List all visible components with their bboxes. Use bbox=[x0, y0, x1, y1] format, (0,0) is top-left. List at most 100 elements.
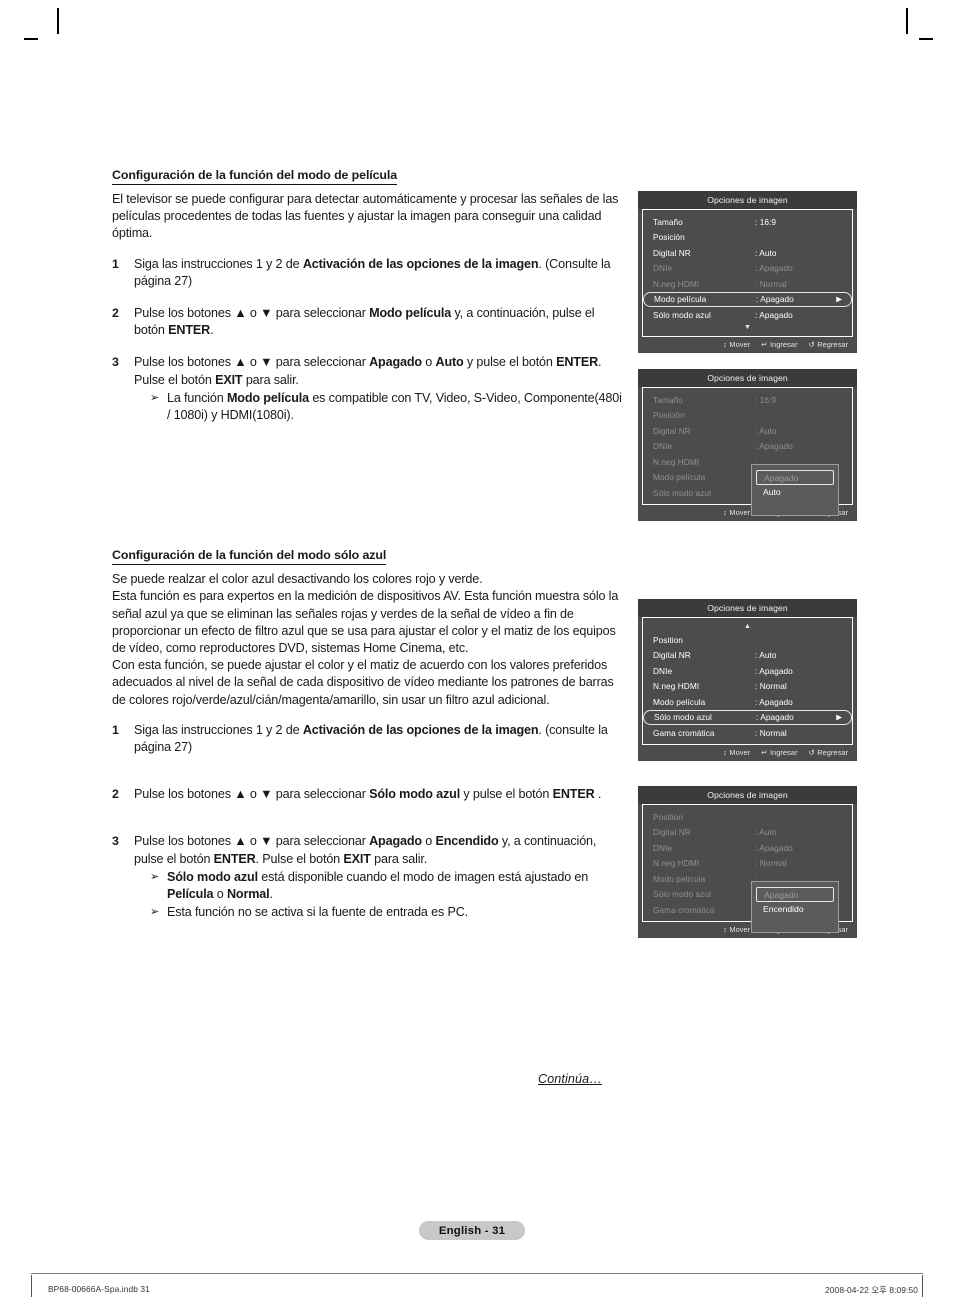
emphasis-text: ENTER bbox=[213, 851, 256, 866]
emphasis-text: Apagado bbox=[369, 834, 422, 849]
chevron-right-icon[interactable]: ▶ bbox=[836, 295, 842, 304]
emphasis-text: ENTER bbox=[168, 323, 211, 338]
run-text: . bbox=[598, 355, 602, 370]
step-item: 2 Pulse los botones ▲ o ▼ para selecciona… bbox=[112, 786, 624, 803]
note-bullet-arrow-icon: ➢ bbox=[150, 870, 160, 883]
osd-dropdown-option[interactable]: Apagado bbox=[756, 470, 834, 485]
osd-menu-item[interactable]: Position bbox=[643, 809, 852, 825]
osd-film-mode-dropdown: Opciones de imagen Tamaño: 16:9 Posición Di… bbox=[638, 369, 857, 521]
return-arrow-icon: ↺ bbox=[808, 339, 815, 349]
chevron-right-icon[interactable]: ▶ bbox=[836, 713, 842, 722]
osd-menu-item[interactable]: N.neg HDMI : Normal bbox=[643, 856, 852, 872]
run-text: La función bbox=[167, 390, 227, 405]
osd-menu-item[interactable]: DNIe: Apagado bbox=[643, 261, 852, 277]
run-text: o bbox=[421, 834, 436, 849]
osd-menu-item[interactable]: DNIe: Apagado bbox=[643, 663, 852, 679]
run-text: Pulse los botones ▲ o ▼ para seleccionar bbox=[134, 355, 370, 370]
osd-item-value: : Apagado bbox=[756, 294, 794, 305]
page-number-badge: English - 31 bbox=[419, 1221, 525, 1240]
osd-menu-item[interactable]: Sólo modo azul: Apagado bbox=[643, 307, 852, 323]
run-text: . bbox=[594, 787, 602, 802]
run-text: para salir. bbox=[370, 851, 428, 866]
osd-option-dropdown[interactable]: Apagado Auto bbox=[751, 464, 839, 516]
step-text: Pulse los botones ▲ o ▼ para seleccionar… bbox=[134, 786, 624, 803]
osd-menu-item[interactable]: Posición bbox=[643, 408, 852, 424]
osd-menu-item[interactable]: Tamaño: 16:9 bbox=[643, 392, 852, 408]
osd-item-label: N.neg HDMI bbox=[653, 858, 700, 869]
osd-dropdown-option[interactable]: Encendido bbox=[756, 902, 834, 917]
emphasis-text: Apagado bbox=[369, 355, 422, 370]
osd-item-value: : Normal bbox=[755, 727, 787, 738]
osd-menu-item[interactable]: DNIe: Apagado bbox=[643, 840, 852, 856]
osd-item-label: Modo película bbox=[653, 472, 706, 483]
osd-item-value: : Apagado bbox=[756, 712, 794, 723]
osd-menu-item[interactable]: DNIe: Apagado bbox=[643, 439, 852, 455]
osd-menu-list: Position Digital NR: Auto DNIe: Apagado N.n… bbox=[642, 804, 853, 933]
osd-item-value: : Normal bbox=[755, 278, 787, 289]
crop-mark-top-right-vertical bbox=[906, 8, 908, 34]
up-down-arrow-icon: ↕ bbox=[723, 339, 727, 349]
up-down-arrow-icon: ↕ bbox=[723, 924, 727, 934]
crop-mark-top-right-horizontal bbox=[919, 38, 933, 40]
osd-menu-item[interactable]: Digital NR: Auto bbox=[643, 423, 852, 439]
emphasis-text: Activación de las opciones de la imagen bbox=[302, 722, 539, 737]
osd-menu-item[interactable]: Sólo modo azul: Apagado ▶ bbox=[643, 709, 852, 725]
run-text: Pulse los botones ▲ o ▼ para seleccionar bbox=[134, 787, 370, 802]
osd-menu-item[interactable]: Digital NR: Auto bbox=[643, 825, 852, 841]
manual-section: Configuración de la función del modo de … bbox=[112, 166, 624, 424]
crop-mark-top-left-vertical bbox=[57, 8, 59, 34]
up-down-arrow-icon: ↕ bbox=[723, 747, 727, 757]
section-intro-paragraph: Con esta función, se puede ajustar el co… bbox=[112, 658, 614, 707]
emphasis-text: EXIT bbox=[343, 851, 371, 866]
osd-menu-item[interactable]: Digital NR: Auto bbox=[643, 245, 852, 261]
step-text: Pulse los botones ▲ o ▼ para seleccionar… bbox=[134, 305, 624, 339]
osd-item-label: Tamaño bbox=[653, 216, 683, 227]
return-arrow-icon: ↺ bbox=[808, 747, 815, 757]
osd-option-dropdown[interactable]: Apagado Encendido bbox=[751, 881, 839, 933]
run-text: y pulse el botón bbox=[460, 787, 553, 802]
step-number: 1 bbox=[112, 256, 119, 271]
run-text: . bbox=[210, 323, 214, 338]
run-text: Siga las instrucciones 1 y 2 de bbox=[134, 256, 303, 271]
osd-item-value: : Auto bbox=[755, 425, 777, 436]
scroll-down-arrow-icon[interactable]: ▼ bbox=[643, 323, 852, 333]
osd-hint-label: Mover bbox=[729, 507, 751, 517]
step-item: 3 Pulse los botones ▲ o ▼ para selecciona… bbox=[112, 833, 624, 921]
osd-dropdown-option[interactable]: Apagado bbox=[756, 887, 834, 902]
scroll-up-arrow-icon[interactable]: ▲ bbox=[643, 622, 852, 632]
osd-menu-item[interactable]: Posición bbox=[643, 230, 852, 246]
osd-film-mode-menu: Opciones de imagen Tamaño: 16:9 Posición Di… bbox=[638, 191, 857, 353]
osd-hint-label: Regresar bbox=[817, 747, 848, 757]
osd-item-label: DNIe bbox=[653, 665, 673, 676]
osd-menu-item[interactable]: Tamaño: 16:9 bbox=[643, 214, 852, 230]
osd-hint-label: Mover bbox=[729, 924, 751, 934]
step-text: Siga las instrucciones 1 y 2 de Activaci… bbox=[134, 722, 624, 756]
osd-hint-move: ↕ Mover bbox=[723, 748, 750, 757]
osd-menu-item[interactable]: Position bbox=[643, 632, 852, 648]
run-text: . bbox=[269, 887, 273, 902]
osd-item-value: : Normal bbox=[755, 858, 787, 869]
step-list: 1 Siga las instrucciones 1 y 2 de Activac… bbox=[112, 722, 624, 922]
osd-dropdown-option[interactable]: Auto bbox=[756, 485, 834, 500]
step-number: 1 bbox=[112, 722, 119, 737]
emphasis-text: Modo película bbox=[369, 306, 452, 321]
osd-menu-item[interactable]: Modo película: Apagado ▶ bbox=[643, 291, 852, 307]
osd-menu-item[interactable]: Digital NR: Auto bbox=[643, 648, 852, 664]
run-text: o bbox=[421, 355, 436, 370]
osd-menu-list: Tamaño: 16:9 Posición Digital NR: Auto DNIe… bbox=[642, 387, 853, 516]
osd-menu-item[interactable]: N.neg HDMI: Normal bbox=[643, 679, 852, 695]
run-text: . Pulse el botón bbox=[255, 851, 344, 866]
section-title: Configuración de la función del modo sól… bbox=[112, 548, 386, 566]
section-intro-paragraph: Esta función es para expertos en la medi… bbox=[112, 589, 619, 656]
continued-label: Continúa… bbox=[538, 1072, 602, 1086]
osd-title: Opciones de imagen bbox=[638, 786, 857, 804]
note-bullet-arrow-icon: ➢ bbox=[150, 391, 160, 404]
osd-item-value: : Auto bbox=[755, 247, 777, 258]
osd-menu-item[interactable]: N.neg HDMI: Normal bbox=[643, 276, 852, 292]
osd-item-label: Sólo modo azul bbox=[653, 889, 711, 900]
osd-menu-item[interactable]: Gama cromática: Normal bbox=[643, 725, 852, 741]
emphasis-text: EXIT bbox=[215, 372, 243, 387]
osd-hint-move: ↕ Mover bbox=[723, 925, 750, 934]
osd-menu-item[interactable]: Modo película: Apagado bbox=[643, 694, 852, 710]
osd-footer-hints: ↕Mover ↵Ingresar ↺Regresar bbox=[638, 337, 857, 353]
